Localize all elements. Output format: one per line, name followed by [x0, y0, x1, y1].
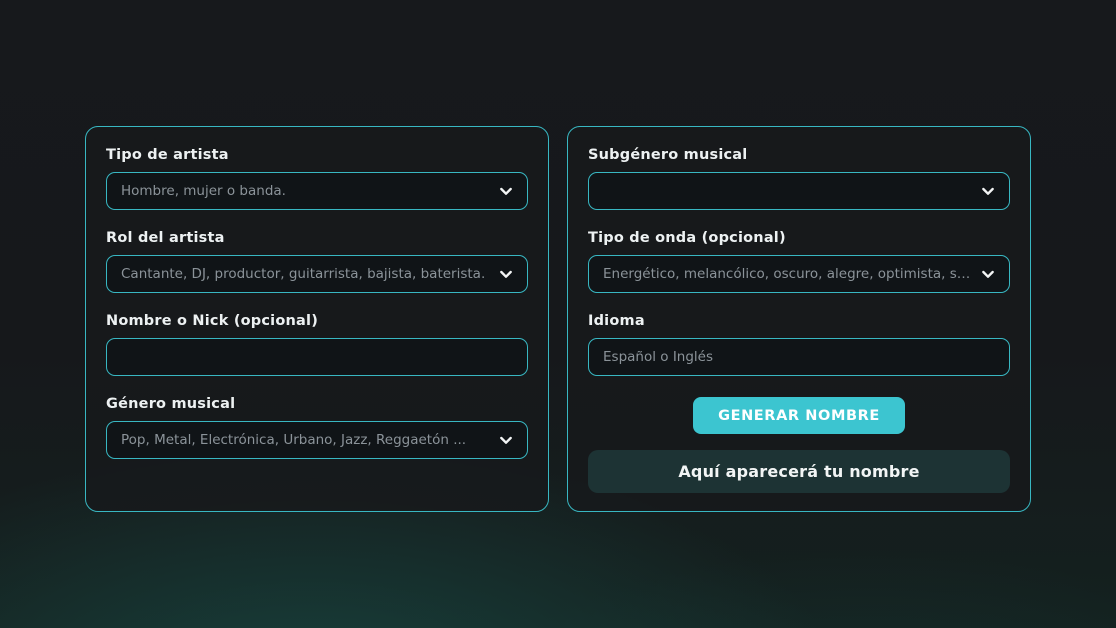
right-form-panel: Subgénero musical Tipo de onda (opcional…	[567, 126, 1031, 512]
idioma-label: Idioma	[588, 313, 1010, 329]
genero-musical-label: Género musical	[106, 396, 528, 412]
tipo-de-onda-placeholder: Energético, melancólico, oscuro, alegre,…	[603, 266, 973, 282]
rol-del-artista-placeholder: Cantante, DJ, productor, guitarrista, ba…	[121, 266, 485, 282]
left-form-panel: Tipo de artista Hombre, mujer o banda. R…	[85, 126, 549, 512]
subgenero-musical-label: Subgénero musical	[588, 147, 1010, 163]
tipo-de-onda-label: Tipo de onda (opcional)	[588, 230, 1010, 246]
chevron-down-icon	[979, 182, 997, 200]
generar-nombre-button[interactable]: GENERAR NOMBRE	[693, 397, 905, 434]
chevron-down-icon	[497, 182, 515, 200]
rol-del-artista-select[interactable]: Cantante, DJ, productor, guitarrista, ba…	[106, 255, 528, 293]
genero-musical-select[interactable]: Pop, Metal, Electrónica, Urbano, Jazz, R…	[106, 421, 528, 459]
field-group-tipo-de-onda: Tipo de onda (opcional) Energético, mela…	[588, 230, 1010, 293]
field-group-nombre-nick: Nombre o Nick (opcional)	[106, 313, 528, 376]
tipo-de-artista-label: Tipo de artista	[106, 147, 528, 163]
idioma-input[interactable]	[588, 338, 1010, 376]
field-group-tipo-de-artista: Tipo de artista Hombre, mujer o banda.	[106, 147, 528, 210]
field-group-genero-musical: Género musical Pop, Metal, Electrónica, …	[106, 396, 528, 459]
chevron-down-icon	[497, 265, 515, 283]
field-group-subgenero-musical: Subgénero musical	[588, 147, 1010, 210]
nombre-nick-label: Nombre o Nick (opcional)	[106, 313, 528, 329]
tipo-de-artista-placeholder: Hombre, mujer o banda.	[121, 183, 286, 199]
artist-name-generator-page: Tipo de artista Hombre, mujer o banda. R…	[0, 0, 1116, 628]
chevron-down-icon	[979, 265, 997, 283]
result-display: Aquí aparecerá tu nombre	[588, 450, 1010, 493]
form-panels: Tipo de artista Hombre, mujer o banda. R…	[0, 126, 1116, 512]
chevron-down-icon	[497, 431, 515, 449]
tipo-de-onda-select[interactable]: Energético, melancólico, oscuro, alegre,…	[588, 255, 1010, 293]
field-group-idioma: Idioma	[588, 313, 1010, 376]
genero-musical-placeholder: Pop, Metal, Electrónica, Urbano, Jazz, R…	[121, 432, 466, 448]
tipo-de-artista-select[interactable]: Hombre, mujer o banda.	[106, 172, 528, 210]
generate-button-row: GENERAR NOMBRE	[588, 397, 1010, 434]
nombre-nick-input[interactable]	[106, 338, 528, 376]
field-group-rol-del-artista: Rol del artista Cantante, DJ, productor,…	[106, 230, 528, 293]
rol-del-artista-label: Rol del artista	[106, 230, 528, 246]
subgenero-musical-select[interactable]	[588, 172, 1010, 210]
